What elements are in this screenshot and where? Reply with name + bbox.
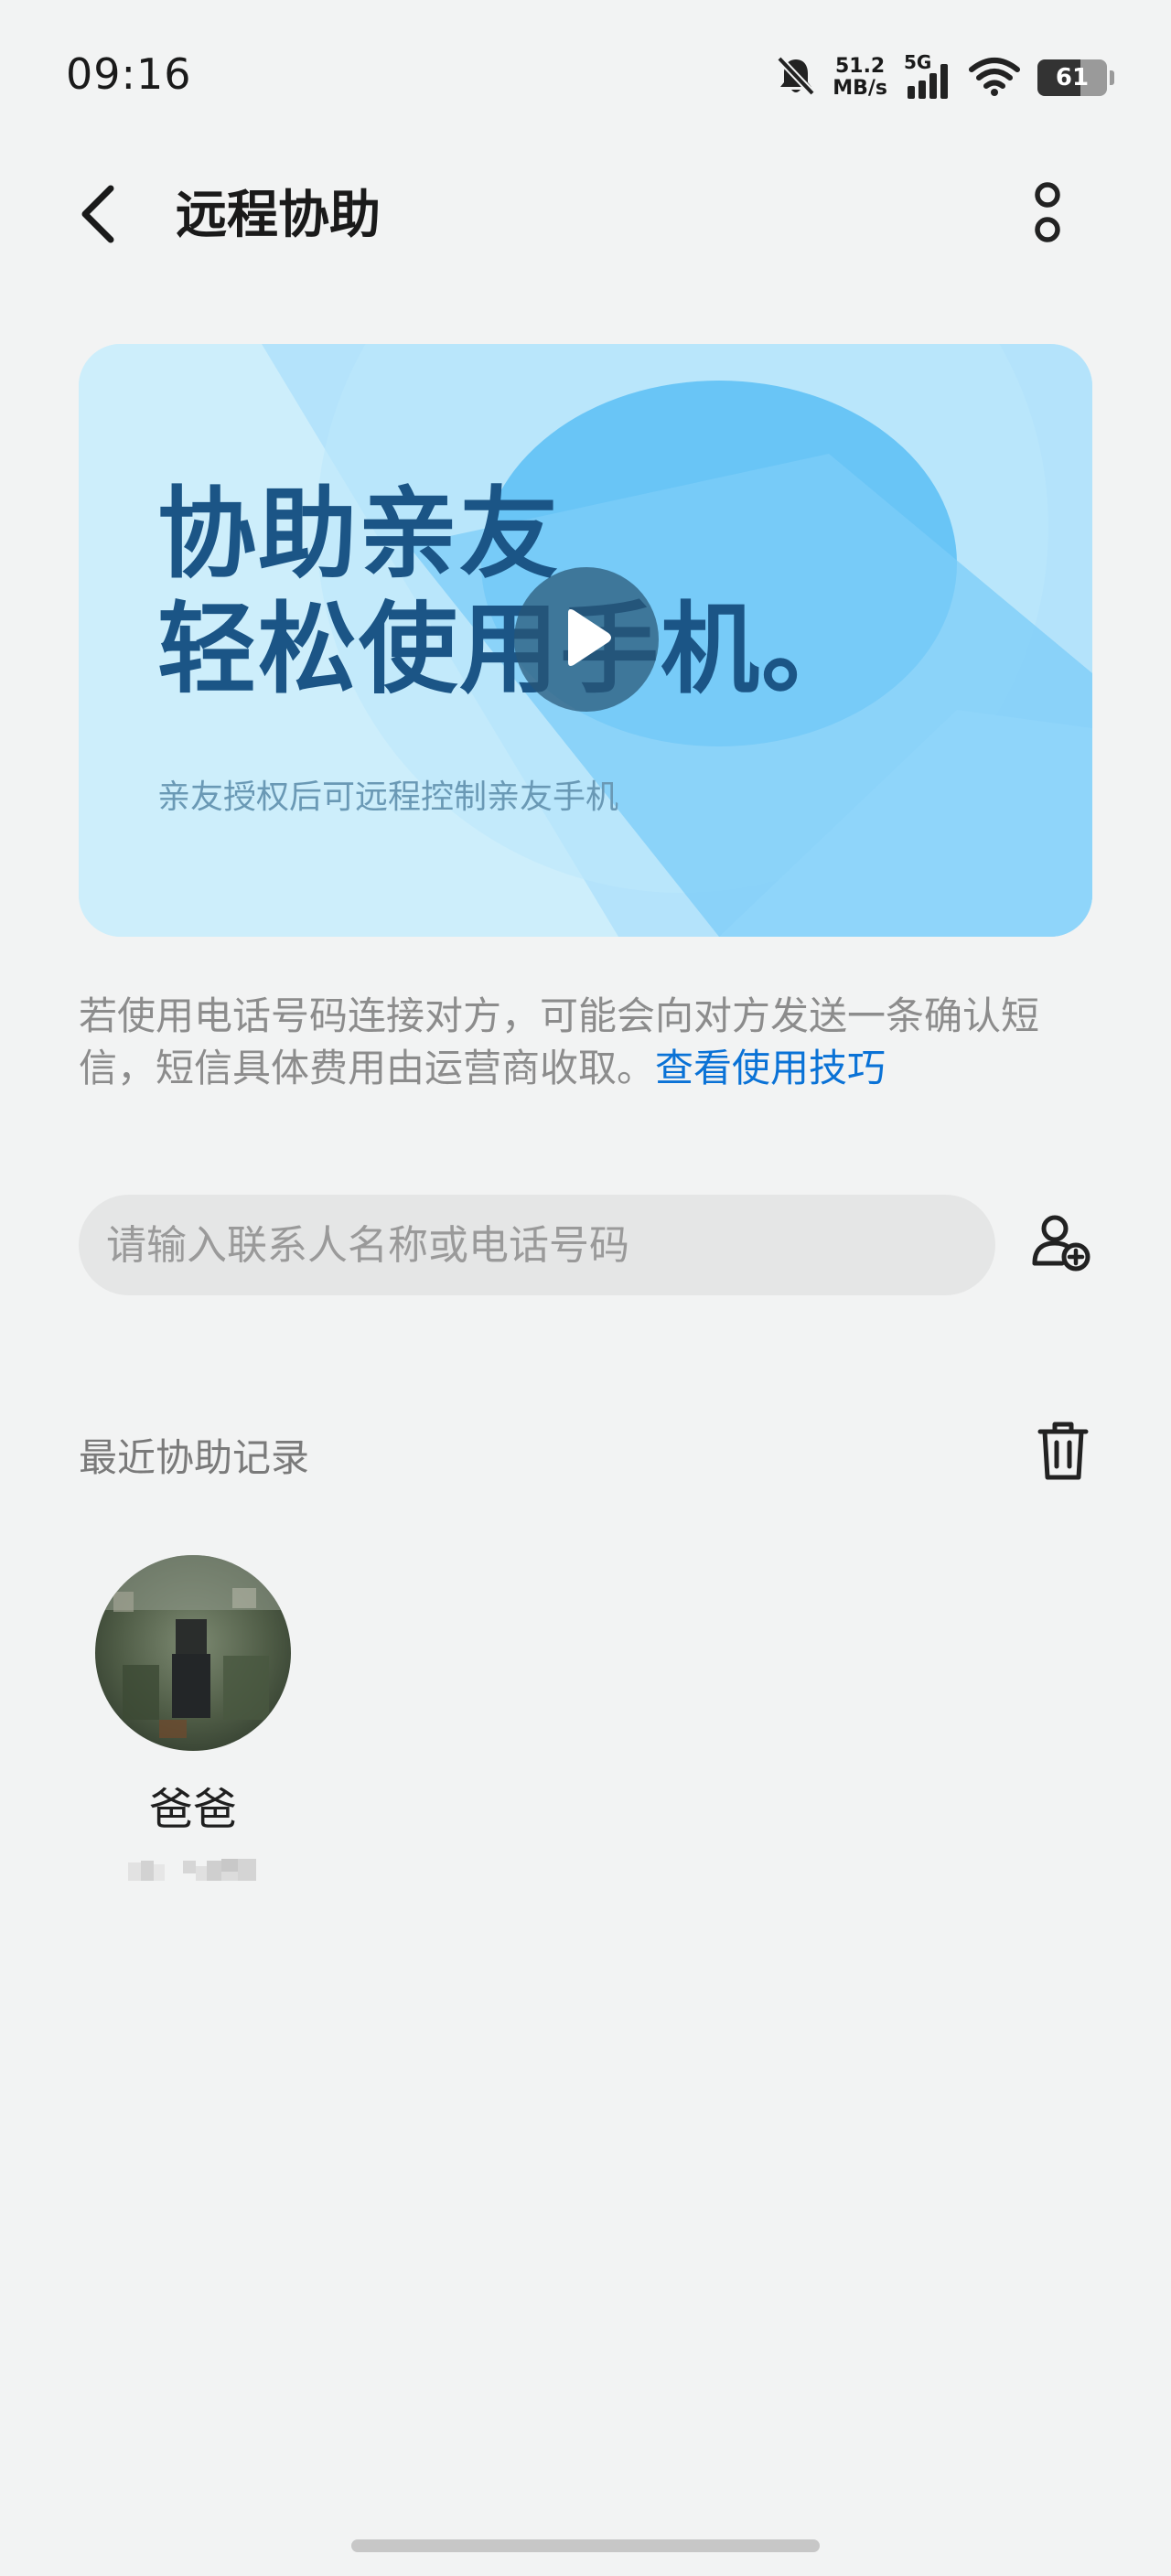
add-contact-button[interactable] xyxy=(1025,1208,1098,1281)
back-button[interactable] xyxy=(66,179,130,252)
usage-tips-link[interactable]: 查看使用技巧 xyxy=(655,1046,886,1090)
bell-muted-icon xyxy=(776,55,816,101)
banner-headline-line2: 轻松使用手机。 xyxy=(157,593,863,707)
status-icons: 51.2 MB/s 5G 61 xyxy=(776,51,1114,102)
contact-phone-blurred xyxy=(128,1859,256,1881)
notice-body: 若使用电话号码连接对方，可能会向对方发送一条确认短信，短信具体费用由运营商收取。 xyxy=(79,993,1040,1090)
banner-headline-line1: 协助亲友 xyxy=(157,478,561,592)
contact-name: 爸爸 xyxy=(148,1784,237,1835)
contact-search-input[interactable] xyxy=(79,1195,995,1295)
wifi-icon xyxy=(968,55,1021,101)
status-time: 09:16 xyxy=(66,49,192,99)
recent-section-title: 最近协助记录 xyxy=(79,1435,310,1480)
battery-level: 61 xyxy=(1055,64,1090,91)
net-speed: 51.2 MB/s xyxy=(833,56,887,100)
home-indicator[interactable] xyxy=(351,2539,820,2552)
battery-icon: 61 xyxy=(1037,59,1114,96)
banner-subtitle: 亲友授权后可远程控制亲友手机 xyxy=(157,778,619,816)
add-contact-icon xyxy=(1031,1212,1091,1276)
more-button[interactable] xyxy=(1025,181,1070,249)
signal-icon: 5G xyxy=(904,51,951,101)
net-speed-unit: MB/s xyxy=(833,77,887,100)
contact-avatar xyxy=(95,1555,291,1751)
back-arrow-icon xyxy=(78,183,118,249)
clear-history-button[interactable] xyxy=(1028,1416,1098,1489)
notice-text: 若使用电话号码连接对方，可能会向对方发送一条确认短信，短信具体费用由运营商收取。… xyxy=(79,990,1103,1094)
promo-banner[interactable]: 协助亲友 轻松使用手机。 亲友授权后可远程控制亲友手机 xyxy=(79,344,1092,937)
banner-headline: 协助亲友 轻松使用手机。 xyxy=(157,478,862,708)
trash-icon xyxy=(1037,1421,1090,1485)
recent-contact-item[interactable]: 爸爸 xyxy=(88,1555,298,1903)
play-button[interactable] xyxy=(514,567,659,712)
net-speed-value: 51.2 xyxy=(834,55,886,78)
play-icon xyxy=(559,607,614,671)
page-title: 远程协助 xyxy=(176,186,381,245)
more-vertical-icon xyxy=(1031,180,1064,250)
